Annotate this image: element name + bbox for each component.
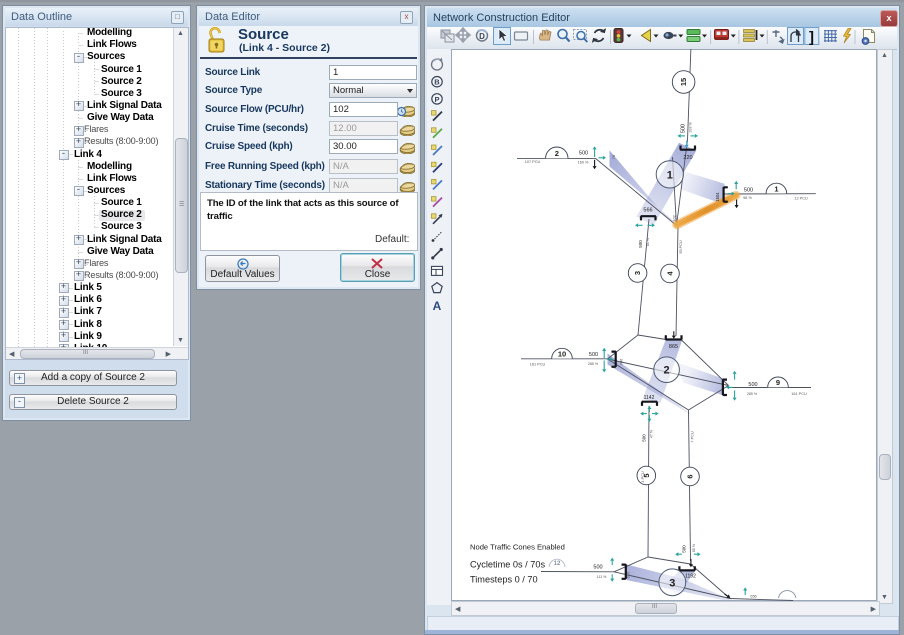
svg-text:3: 3 bbox=[633, 271, 642, 275]
svg-text:Node Traffic Cones Enabled: Node Traffic Cones Enabled bbox=[470, 543, 565, 552]
svg-text:1142: 1142 bbox=[644, 395, 655, 401]
svg-text:285 %: 285 % bbox=[588, 362, 599, 366]
svg-text:1: 1 bbox=[667, 169, 673, 181]
svg-text:1: 1 bbox=[774, 184, 778, 193]
svg-text:220: 220 bbox=[683, 155, 692, 161]
svg-text:865: 865 bbox=[669, 344, 678, 350]
svg-text:285 %: 285 % bbox=[747, 392, 758, 396]
svg-text:160 %: 160 % bbox=[578, 161, 589, 165]
svg-text:95 PCU: 95 PCU bbox=[679, 240, 683, 254]
svg-text:78: 78 bbox=[611, 154, 616, 159]
svg-text:4 PCU: 4 PCU bbox=[641, 471, 645, 482]
svg-text:1504: 1504 bbox=[715, 192, 720, 202]
svg-text:10: 10 bbox=[558, 349, 566, 358]
svg-text:656: 656 bbox=[750, 595, 756, 599]
svg-text:500: 500 bbox=[638, 240, 643, 248]
svg-text:12 PCU: 12 PCU bbox=[794, 196, 808, 200]
svg-text:7 PCU: 7 PCU bbox=[691, 431, 695, 442]
svg-text:1192: 1192 bbox=[685, 574, 696, 580]
svg-text:Cycletime 0s / 70s: Cycletime 0s / 70s bbox=[470, 560, 545, 570]
svg-text:500: 500 bbox=[641, 434, 646, 442]
svg-text:500: 500 bbox=[589, 352, 598, 358]
svg-text:98 %: 98 % bbox=[743, 196, 752, 200]
svg-text:81 %: 81 % bbox=[646, 237, 650, 246]
svg-text:47 %: 47 % bbox=[650, 429, 654, 438]
svg-text:107 PCU: 107 PCU bbox=[525, 160, 541, 164]
svg-text:103 %: 103 % bbox=[689, 122, 693, 133]
svg-text:500: 500 bbox=[748, 382, 757, 388]
svg-text:A: A bbox=[433, 299, 442, 313]
svg-text:Timesteps 0 / 70: Timesteps 0 / 70 bbox=[470, 575, 538, 585]
svg-text:12: 12 bbox=[554, 561, 561, 567]
svg-text:616: 616 bbox=[626, 571, 631, 578]
svg-text:500: 500 bbox=[593, 565, 602, 571]
svg-text:6: 6 bbox=[686, 474, 695, 478]
svg-text:566: 566 bbox=[643, 208, 652, 214]
svg-text:]: ] bbox=[809, 29, 814, 46]
svg-text:2: 2 bbox=[555, 149, 559, 158]
svg-text:500: 500 bbox=[744, 188, 753, 194]
svg-text:111 %: 111 % bbox=[597, 575, 607, 579]
svg-text:B: B bbox=[434, 78, 440, 87]
svg-text:161 PCU: 161 PCU bbox=[530, 363, 546, 367]
svg-text:500: 500 bbox=[681, 545, 686, 553]
svg-text:3: 3 bbox=[669, 577, 675, 589]
svg-text:P: P bbox=[434, 95, 439, 104]
svg-text:85 %: 85 % bbox=[692, 543, 696, 552]
svg-text:15: 15 bbox=[679, 78, 688, 86]
svg-text:500: 500 bbox=[680, 124, 686, 133]
svg-text:D: D bbox=[479, 32, 485, 41]
svg-text:9: 9 bbox=[776, 378, 780, 387]
svg-text:500: 500 bbox=[579, 151, 588, 157]
svg-text:2: 2 bbox=[664, 365, 670, 377]
svg-text:102: 102 bbox=[672, 214, 677, 221]
svg-text:306: 306 bbox=[619, 358, 624, 365]
svg-text:161 PCU: 161 PCU bbox=[791, 392, 807, 396]
